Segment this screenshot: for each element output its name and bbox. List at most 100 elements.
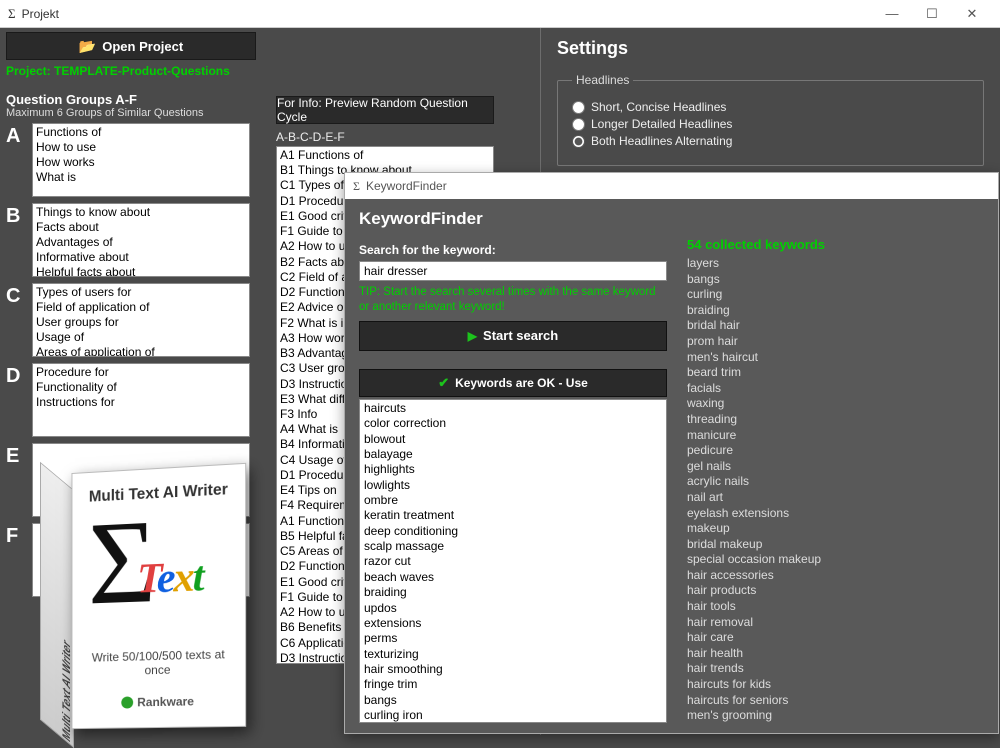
list-item[interactable]: gel nails bbox=[687, 459, 988, 475]
list-item[interactable]: Procedure for bbox=[36, 365, 246, 380]
list-item[interactable]: pedicure bbox=[687, 443, 988, 459]
group-list-E[interactable] bbox=[32, 443, 250, 517]
open-project-button[interactable]: 📂 Open Project bbox=[6, 32, 256, 60]
list-item[interactable]: perms bbox=[364, 631, 662, 646]
found-keywords-listbox[interactable]: haircutscolor correctionblowoutbalayageh… bbox=[359, 399, 667, 723]
list-item[interactable]: scalp massage bbox=[364, 539, 662, 554]
list-item[interactable]: hair trends bbox=[687, 661, 988, 677]
list-item[interactable]: bangs bbox=[687, 272, 988, 288]
list-item[interactable]: haircuts for kids bbox=[687, 677, 988, 693]
list-item[interactable]: blowout bbox=[364, 432, 662, 447]
list-item[interactable]: threading bbox=[687, 412, 988, 428]
list-item[interactable]: curling bbox=[687, 287, 988, 303]
list-item[interactable]: keratin treatment bbox=[364, 508, 662, 523]
headline-radio-input[interactable] bbox=[572, 135, 585, 148]
list-item[interactable]: Instructions for bbox=[36, 395, 246, 410]
list-item[interactable]: nail art bbox=[687, 490, 988, 506]
list-item[interactable]: braiding bbox=[364, 585, 662, 600]
start-search-button[interactable]: ▶ Start search bbox=[359, 321, 667, 351]
list-item[interactable]: facials bbox=[687, 381, 988, 397]
app-sigma-icon: Σ bbox=[353, 179, 360, 194]
headline-radio-0[interactable]: Short, Concise Headlines bbox=[572, 100, 969, 114]
list-item[interactable]: hair products bbox=[687, 583, 988, 599]
open-project-label: Open Project bbox=[102, 39, 183, 54]
list-item[interactable]: hair smoothing bbox=[364, 662, 662, 677]
list-item[interactable]: razor cut bbox=[364, 554, 662, 569]
rankware-logo-icon bbox=[121, 696, 133, 708]
list-item[interactable]: User groups for bbox=[36, 315, 246, 330]
list-item[interactable]: Field of application of bbox=[36, 300, 246, 315]
preview-cycle-button[interactable]: For Info: Preview Random Question Cycle bbox=[276, 96, 494, 124]
close-button[interactable]: ✕ bbox=[952, 0, 992, 28]
list-item[interactable]: What is bbox=[36, 170, 246, 185]
list-item[interactable]: hair health bbox=[687, 646, 988, 662]
list-item[interactable]: men's grooming bbox=[687, 708, 988, 723]
list-item[interactable]: Usage of bbox=[36, 330, 246, 345]
headlines-fieldset: Headlines Short, Concise HeadlinesLonger… bbox=[557, 73, 984, 166]
list-item[interactable]: How works bbox=[36, 155, 246, 170]
list-item[interactable]: beach waves bbox=[364, 570, 662, 585]
group-letter-C: C bbox=[6, 283, 32, 308]
list-item[interactable]: hair tools bbox=[687, 599, 988, 615]
list-item[interactable]: beard trim bbox=[687, 365, 988, 381]
keywordfinder-titlebar[interactable]: Σ KeywordFinder bbox=[345, 173, 998, 199]
list-item[interactable]: Functionality of bbox=[36, 380, 246, 395]
list-item[interactable]: Facts about bbox=[36, 220, 246, 235]
group-list-A[interactable]: Functions ofHow to useHow worksWhat is bbox=[32, 123, 250, 197]
list-item[interactable]: A1 Functions of bbox=[280, 148, 490, 163]
app-sigma-icon: Σ bbox=[8, 6, 16, 22]
list-item[interactable]: updos bbox=[364, 601, 662, 616]
search-input[interactable] bbox=[359, 261, 667, 281]
headline-radio-input[interactable] bbox=[572, 101, 585, 114]
list-item[interactable]: special occasion makeup bbox=[687, 552, 988, 568]
list-item[interactable]: color correction bbox=[364, 416, 662, 431]
list-item[interactable]: lowlights bbox=[364, 478, 662, 493]
group-list-B[interactable]: Things to know aboutFacts aboutAdvantage… bbox=[32, 203, 250, 277]
list-item[interactable]: waxing bbox=[687, 396, 988, 412]
list-item[interactable]: men's haircut bbox=[687, 350, 988, 366]
list-item[interactable]: ombre bbox=[364, 493, 662, 508]
group-list-C[interactable]: Types of users forField of application o… bbox=[32, 283, 250, 357]
keywords-ok-button[interactable]: ✔ Keywords are OK - Use bbox=[359, 369, 667, 397]
collected-keywords-list[interactable]: layersbangscurlingbraidingbridal hairpro… bbox=[687, 256, 988, 723]
list-item[interactable]: Types of users for bbox=[36, 285, 246, 300]
list-item[interactable]: bangs bbox=[364, 693, 662, 708]
maximize-button[interactable]: ☐ bbox=[912, 0, 952, 28]
list-item[interactable]: haircuts bbox=[364, 401, 662, 416]
headline-radio-input[interactable] bbox=[572, 118, 585, 131]
list-item[interactable]: eyelash extensions bbox=[687, 506, 988, 522]
list-item[interactable]: layers bbox=[687, 256, 988, 272]
list-item[interactable]: manicure bbox=[687, 428, 988, 444]
list-item[interactable]: Informative about bbox=[36, 250, 246, 265]
list-item[interactable]: balayage bbox=[364, 447, 662, 462]
list-item[interactable]: makeup bbox=[687, 521, 988, 537]
list-item[interactable]: Areas of application of bbox=[36, 345, 246, 357]
headline-radio-1[interactable]: Longer Detailed Headlines bbox=[572, 117, 969, 131]
list-item[interactable]: hair care bbox=[687, 630, 988, 646]
list-item[interactable]: curling iron bbox=[364, 708, 662, 723]
list-item[interactable]: hair accessories bbox=[687, 568, 988, 584]
list-item[interactable]: Functions of bbox=[36, 125, 246, 140]
list-item[interactable]: Things to know about bbox=[36, 205, 246, 220]
headline-radio-2[interactable]: Both Headlines Alternating bbox=[572, 134, 969, 148]
list-item[interactable]: braiding bbox=[687, 303, 988, 319]
list-item[interactable]: deep conditioning bbox=[364, 524, 662, 539]
list-item[interactable]: Helpful facts about bbox=[36, 265, 246, 277]
list-item[interactable]: hair removal bbox=[687, 615, 988, 631]
project-path: Project: TEMPLATE-Product-Questions bbox=[6, 64, 534, 78]
group-list-F[interactable] bbox=[32, 523, 250, 597]
list-item[interactable]: highlights bbox=[364, 462, 662, 477]
list-item[interactable]: Advantages of bbox=[36, 235, 246, 250]
minimize-button[interactable]: ― bbox=[872, 0, 912, 28]
list-item[interactable]: texturizing bbox=[364, 647, 662, 662]
list-item[interactable]: prom hair bbox=[687, 334, 988, 350]
list-item[interactable]: bridal makeup bbox=[687, 537, 988, 553]
window-title: Projekt bbox=[22, 7, 872, 21]
list-item[interactable]: haircuts for seniors bbox=[687, 693, 988, 709]
group-list-D[interactable]: Procedure forFunctionality ofInstruction… bbox=[32, 363, 250, 437]
list-item[interactable]: How to use bbox=[36, 140, 246, 155]
list-item[interactable]: acrylic nails bbox=[687, 474, 988, 490]
list-item[interactable]: extensions bbox=[364, 616, 662, 631]
list-item[interactable]: bridal hair bbox=[687, 318, 988, 334]
list-item[interactable]: fringe trim bbox=[364, 677, 662, 692]
